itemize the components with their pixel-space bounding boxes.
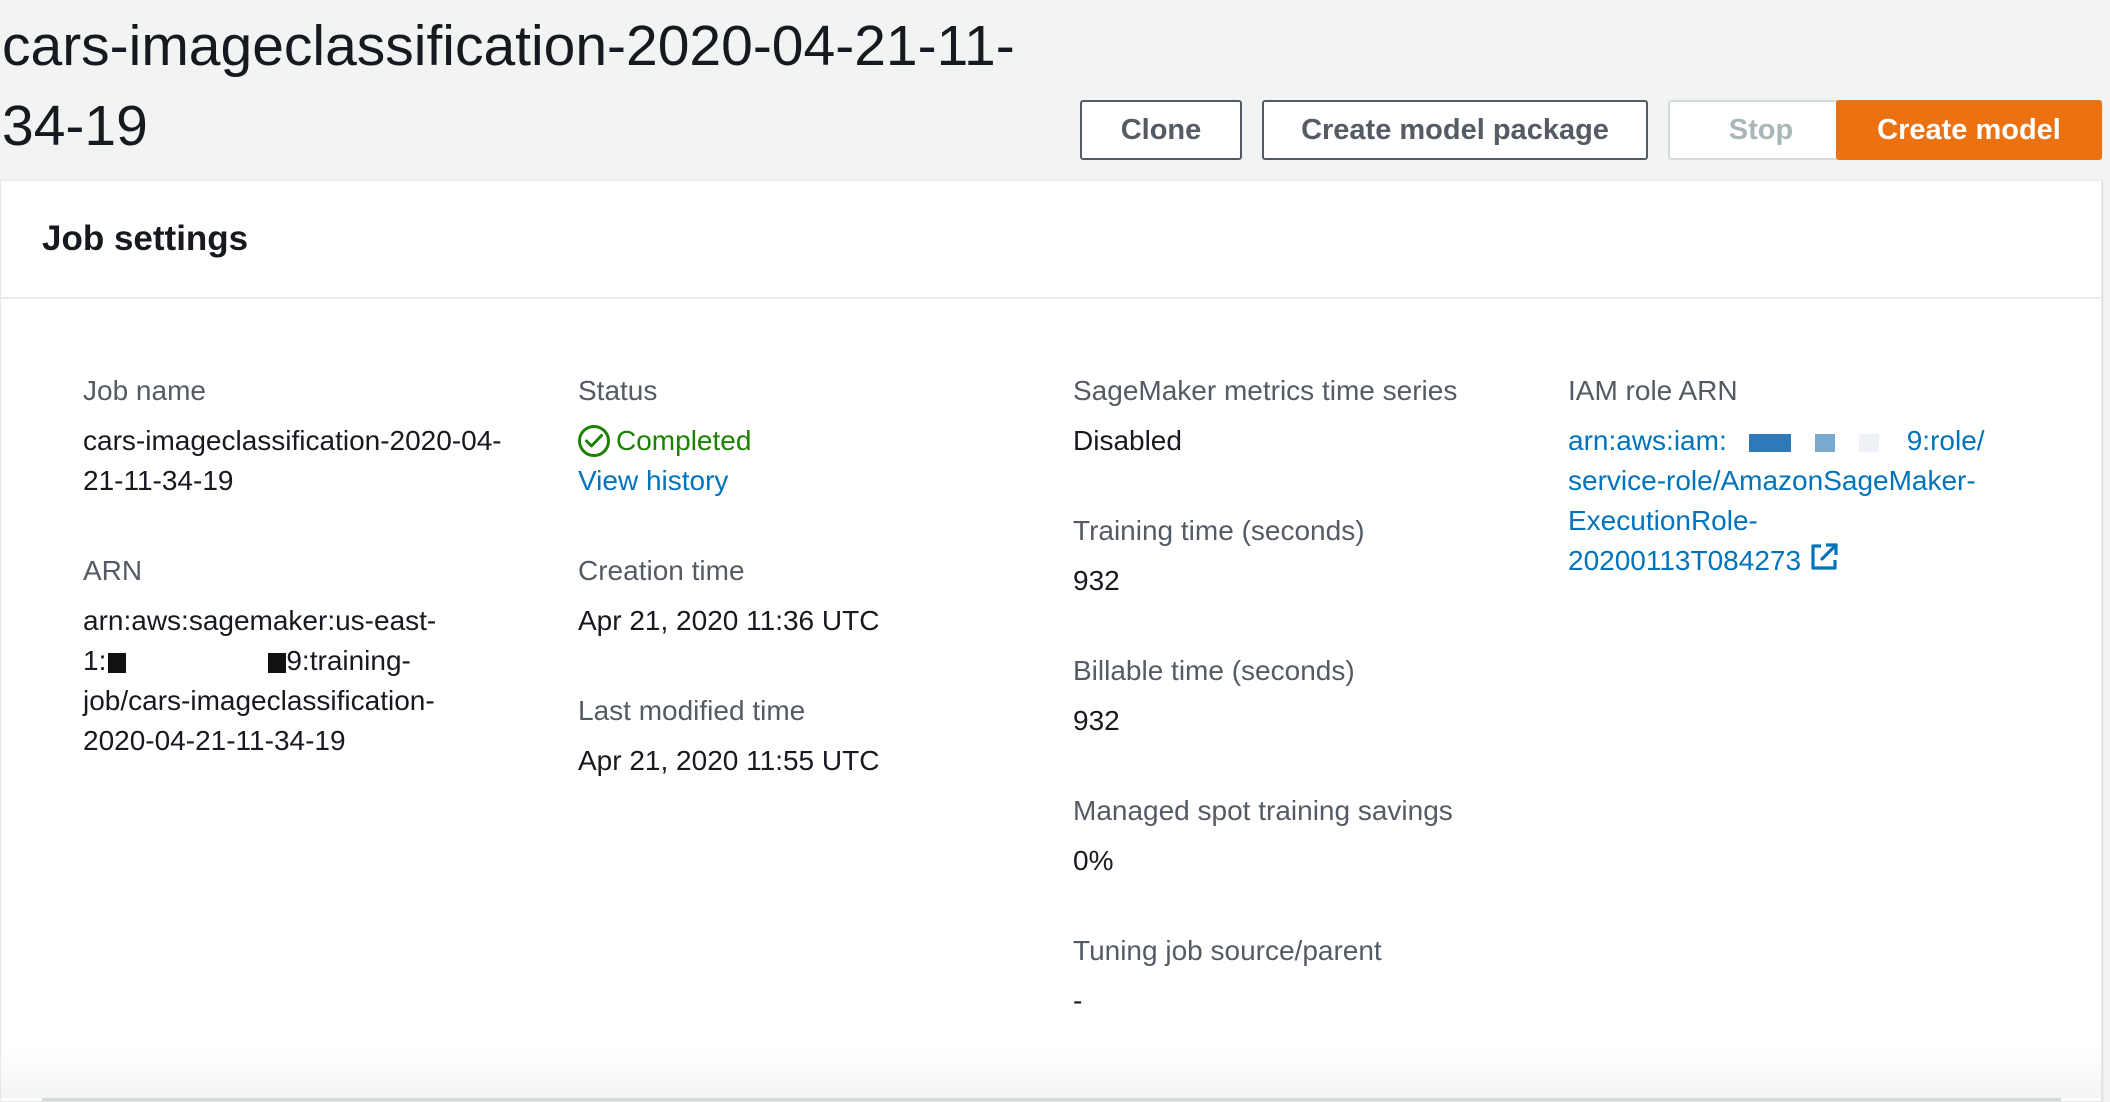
job-settings-header: Job settings [1, 181, 2101, 299]
header-actions: Clone Create model package Stop Create m… [0, 100, 2110, 160]
tuning-job-source-field: Tuning job source/parent - [1073, 931, 1382, 1021]
billable-time-field: Billable time (seconds) 932 [1073, 651, 1355, 741]
arn-line2-prefix: 1: [83, 645, 107, 676]
job-name-value: cars-imageclassification-2020-04- 21-11-… [83, 421, 502, 501]
iam-role-arn-line4: 20200113T084273 [1568, 545, 1802, 576]
iam-role-arn-line4-row: 20200113T084273 [1568, 541, 1985, 583]
arn-label: ARN [83, 555, 143, 586]
iam-role-arn-line1: arn:aws:iam: 9:role/ [1568, 421, 1985, 461]
redaction-gap [1791, 434, 1815, 452]
spot-savings-field: Managed spot training savings 0% [1073, 791, 1453, 881]
billable-time-value: 932 [1073, 705, 1120, 736]
iam-role-arn-line3: ExecutionRole- [1568, 505, 1758, 536]
iam-role-arn-field: IAM role ARN arn:aws:iam: 9:role/ service… [1568, 371, 1985, 583]
status-value: Completed [578, 421, 751, 461]
create-model-package-button[interactable]: Create model package [1262, 100, 1648, 160]
last-modified-time-label: Last modified time [578, 695, 806, 726]
card-bottom-divider [42, 1098, 2061, 1101]
training-time-field: Training time (seconds) 932 [1073, 511, 1365, 601]
redaction-block [108, 652, 127, 673]
arn-value: arn:aws:sagemaker:us-east- 1: 9:training-… [83, 601, 436, 761]
job-name-field: Job name cars-imageclassification-2020-0… [83, 371, 502, 501]
tuning-job-source-label: Tuning job source/parent [1073, 935, 1382, 966]
status-text: Completed [616, 425, 752, 456]
job-name-line2: 21-11-34-19 [83, 465, 234, 496]
arn-line2: 1: 9:training- [83, 641, 436, 681]
iam-role-arn-suffix: 9:role/ [1906, 425, 1985, 456]
redaction-block [1814, 433, 1835, 452]
page: cars-imageclassification-2020-04- 21-11-3… [0, 0, 2110, 1102]
redaction-gap [1727, 434, 1749, 452]
redaction-gap [1879, 434, 1907, 452]
stop-button[interactable]: Stop [1668, 100, 1854, 160]
creation-time-value: Apr 21, 2020 11:36 UTC [578, 605, 880, 636]
arn-line2-suffix: 9:training- [286, 645, 411, 676]
training-time-value: 932 [1073, 565, 1120, 596]
arn-line3: job/cars-imageclassification- [83, 685, 435, 716]
redaction-gap [1835, 434, 1859, 452]
job-name-label: Job name [83, 375, 206, 406]
arn-field: ARN arn:aws:sagemaker:us-east- 1: 9:train… [83, 551, 436, 761]
billable-time-label: Billable time (seconds) [1073, 655, 1355, 686]
creation-time-label: Creation time [578, 555, 745, 586]
iam-role-arn-prefix: arn:aws:iam: [1568, 425, 1727, 456]
view-history-link[interactable]: View history [578, 461, 751, 501]
creation-time-field: Creation time Apr 21, 2020 11:36 UTC [578, 551, 879, 641]
check-circle-icon [578, 425, 610, 457]
spot-savings-label: Managed spot training savings [1073, 795, 1453, 826]
create-model-button[interactable]: Create model [1836, 100, 2102, 160]
external-link-icon[interactable] [1809, 542, 1839, 583]
redaction-block [268, 652, 287, 673]
iam-role-arn-label: IAM role ARN [1568, 375, 1738, 406]
last-modified-time-field: Last modified time Apr 21, 2020 11:55 UT… [578, 691, 879, 781]
metrics-time-series-field: SageMaker metrics time series Disabled [1073, 371, 1457, 461]
tuning-job-source-value: - [1073, 985, 1083, 1016]
iam-role-arn-line2: service-role/AmazonSageMaker- [1568, 465, 1976, 496]
training-time-label: Training time (seconds) [1073, 515, 1365, 546]
clone-button[interactable]: Clone [1080, 100, 1242, 160]
iam-role-arn-link[interactable]: arn:aws:iam: 9:role/ service-role/AmazonS… [1568, 421, 1985, 583]
job-name-line1: cars-imageclassification-2020-04- [83, 425, 502, 456]
metrics-time-series-value: Disabled [1073, 425, 1182, 456]
job-settings-title: Job settings [42, 219, 249, 258]
job-settings-card: Job settings Job name cars-imageclassifi… [0, 180, 2102, 1102]
status-label: Status [578, 375, 658, 406]
status-field: Status Completed View history [578, 371, 751, 501]
metrics-time-series-label: SageMaker metrics time series [1073, 375, 1458, 406]
redaction-gap [128, 652, 269, 673]
card-bottom-fade [1, 1048, 2101, 1098]
redaction-block [1748, 433, 1791, 452]
arn-line1: arn:aws:sagemaker:us-east- [83, 605, 437, 636]
last-modified-time-value: Apr 21, 2020 11:55 UTC [578, 745, 880, 776]
spot-savings-value: 0% [1073, 845, 1114, 876]
redaction-block [1858, 433, 1879, 452]
arn-line4: 2020-04-21-11-34-19 [83, 725, 346, 756]
